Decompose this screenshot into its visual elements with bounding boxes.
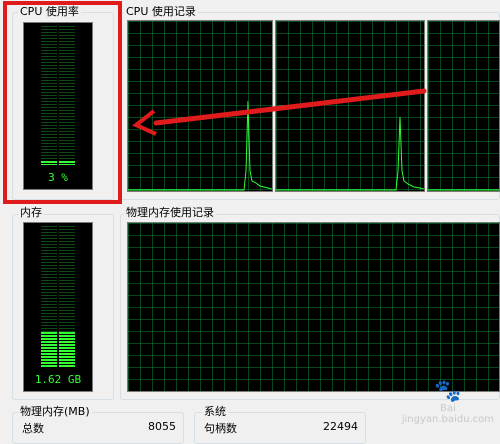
- annotation-arrow-line: [153, 88, 427, 126]
- baidu-watermark: 🐾 Bai jingyan.baidu.com: [401, 379, 494, 426]
- watermark-line-1: Bai: [439, 403, 456, 414]
- annotation-highlight-box: [3, 1, 122, 204]
- annotation-arrowhead: [132, 109, 157, 136]
- watermark-line-2: jingyan.baidu.com: [401, 414, 494, 425]
- paw-logo-icon: 🐾: [434, 379, 462, 404]
- annotation-overlay: [3, 1, 427, 204]
